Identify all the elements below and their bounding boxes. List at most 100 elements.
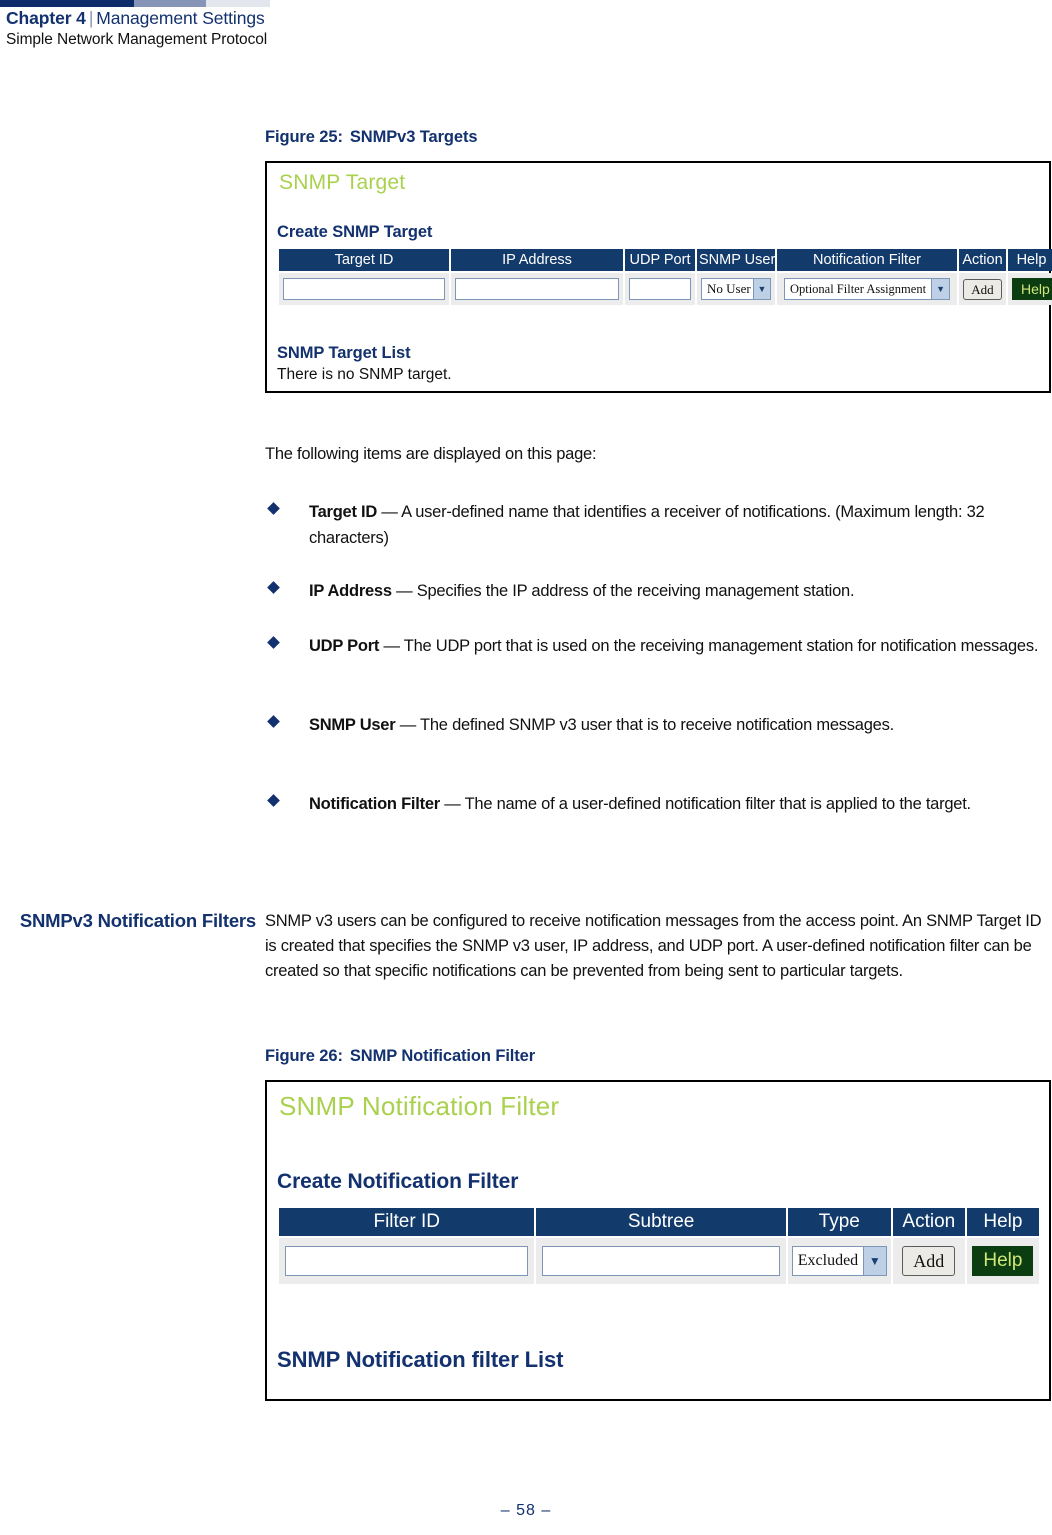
section-label: Management Settings	[96, 8, 265, 28]
column-header-action: Action	[892, 1208, 965, 1236]
list-item: Target ID — A user-defined name that ide…	[267, 500, 1049, 551]
create-snmp-target-heading: Create SNMP Target	[277, 223, 433, 241]
snmp-user-select-value: No User	[707, 281, 751, 296]
cell-ip-address	[451, 273, 623, 305]
ip-address-input[interactable]	[455, 278, 619, 300]
subtree-input[interactable]	[542, 1246, 780, 1276]
snmp-user-select[interactable]: No User ▼	[701, 278, 771, 300]
list-item-term: SNMP User	[309, 716, 396, 734]
list-item-text: UDP Port — The UDP port that is used on …	[309, 634, 1049, 660]
top-rule-segment-light	[206, 0, 270, 7]
create-notification-filter-table: Filter ID Subtree Type Action Help Exclu…	[277, 1206, 1041, 1286]
column-header-type: Type	[787, 1208, 891, 1236]
diamond-bullet-icon	[267, 794, 280, 807]
running-head-separator: |	[88, 8, 94, 28]
figure-25-caption: Figure 25: SNMPv3 Targets	[265, 128, 478, 147]
list-item-dash: —	[444, 795, 461, 813]
list-item-dash: —	[399, 716, 417, 734]
running-head-line-1: Chapter 4 | Management Settings	[6, 8, 267, 29]
target-id-input[interactable]	[283, 278, 445, 300]
column-header-filter-id: Filter ID	[279, 1208, 535, 1236]
diamond-bullet-icon	[267, 715, 280, 728]
top-rule-segment-mid	[134, 0, 206, 7]
notification-filter-select-value: Optional Filter Assignment	[789, 281, 927, 296]
help-button[interactable]: Help	[972, 1246, 1034, 1276]
chevron-down-icon: ▼	[931, 279, 950, 299]
list-item-desc: The UDP port that is used on the receivi…	[403, 637, 1039, 655]
top-rule-segment-dark	[0, 0, 134, 7]
column-header-notification-filter: Notification Filter	[777, 249, 957, 271]
cell-filter-id	[279, 1238, 535, 1284]
figure-25-caption-label: Figure 25:	[265, 128, 343, 146]
list-item: IP Address — Specifies the IP address of…	[267, 579, 1049, 605]
table-row: No User ▼ Optional Filter Assignment ▼ A…	[279, 273, 1052, 305]
cell-snmp-user: No User ▼	[697, 273, 775, 305]
subsection-label: Simple Network Management Protocol	[6, 31, 268, 48]
snmp-notification-filter-page-title: SNMP Notification Filter	[279, 1091, 560, 1121]
column-header-ip-address: IP Address	[451, 249, 623, 271]
table-header-row: Filter ID Subtree Type Action Help	[279, 1208, 1039, 1236]
list-item-term: Notification Filter	[309, 795, 440, 813]
cell-action: Add	[959, 273, 1006, 305]
type-select-value: Excluded	[797, 1252, 859, 1269]
add-button[interactable]: Add	[902, 1246, 956, 1276]
list-item: SNMP User — The defined SNMP v3 user tha…	[267, 713, 999, 739]
table-header-row: Target ID IP Address UDP Port SNMP User …	[279, 249, 1052, 271]
column-header-snmp-user: SNMP User	[697, 249, 775, 271]
add-button[interactable]: Add	[963, 278, 1002, 300]
column-header-target-id: Target ID	[279, 249, 449, 271]
column-header-action: Action	[959, 249, 1006, 271]
chevron-down-icon: ▼	[753, 279, 770, 299]
create-notification-filter-heading: Create Notification Filter	[277, 1170, 519, 1193]
cell-help: Help	[1008, 273, 1052, 305]
list-item-desc: A user-defined name that identifies a re…	[309, 503, 985, 547]
list-item-text: SNMP User — The defined SNMP v3 user tha…	[309, 713, 999, 739]
cell-notification-filter: Optional Filter Assignment ▼	[777, 273, 957, 305]
page-footer: – 58 –	[0, 1502, 1052, 1520]
help-button[interactable]: Help	[1012, 278, 1052, 300]
list-item-dash: —	[383, 637, 400, 655]
cell-type: Excluded ▼	[787, 1238, 891, 1284]
margin-heading-snmpv3-notification-filters: SNMPv3 Notification Filters	[19, 910, 256, 931]
list-item-dash: —	[381, 503, 398, 521]
column-header-udp-port: UDP Port	[625, 249, 695, 271]
cell-action: Add	[892, 1238, 965, 1284]
create-snmp-target-table: Target ID IP Address UDP Port SNMP User …	[277, 247, 1052, 307]
section-paragraph: SNMP v3 users can be configured to recei…	[265, 912, 1042, 980]
cell-help: Help	[966, 1238, 1039, 1284]
snmp-target-list-heading: SNMP Target List	[277, 344, 411, 362]
figure-26-caption-label: Figure 26:	[265, 1047, 343, 1065]
list-item-desc: The defined SNMP v3 user that is to rece…	[420, 716, 894, 734]
list-item-text: Target ID — A user-defined name that ide…	[309, 500, 1049, 551]
type-select[interactable]: Excluded ▼	[791, 1246, 887, 1276]
list-item-term: IP Address	[309, 582, 392, 600]
list-item-desc: The name of a user-defined notification …	[464, 795, 972, 813]
list-item: UDP Port — The UDP port that is used on …	[267, 634, 1049, 660]
list-item-dash: —	[396, 582, 413, 600]
figure-26-caption: Figure 26: SNMP Notification Filter	[265, 1047, 535, 1066]
figure-25-screenshot: SNMP Target Create SNMP Target Target ID…	[265, 161, 1052, 393]
column-header-subtree: Subtree	[536, 1208, 786, 1236]
column-header-help: Help	[1008, 249, 1052, 271]
snmp-notification-filter-list-heading: SNMP Notification filter List	[277, 1347, 564, 1372]
figure-26-caption-title: SNMP Notification Filter	[349, 1047, 536, 1065]
snmp-target-page-title: SNMP Target	[279, 171, 406, 194]
running-head: Chapter 4 | Management Settings Simple Net…	[6, 8, 267, 50]
column-header-help: Help	[966, 1208, 1039, 1236]
list-item-text: Notification Filter — The name of a user…	[309, 792, 1009, 818]
cell-target-id	[279, 273, 449, 305]
figure-25-caption-title: SNMPv3 Targets	[349, 128, 478, 146]
page-top-rule	[0, 0, 270, 7]
udp-port-input[interactable]	[629, 278, 691, 300]
cell-subtree	[536, 1238, 786, 1284]
cell-udp-port	[625, 273, 695, 305]
notification-filter-select[interactable]: Optional Filter Assignment ▼	[783, 278, 951, 300]
chevron-down-icon: ▼	[862, 1247, 886, 1275]
chapter-label: Chapter 4	[6, 8, 86, 28]
filter-id-input[interactable]	[285, 1246, 529, 1276]
snmp-target-list-empty-text: There is no SNMP target.	[277, 366, 452, 383]
list-item-term: UDP Port	[309, 637, 380, 655]
figure-26-screenshot: SNMP Notification Filter Create Notifica…	[265, 1080, 1051, 1401]
diamond-bullet-icon	[267, 581, 280, 594]
list-item-desc: Specifies the IP address of the receivin…	[416, 582, 855, 600]
